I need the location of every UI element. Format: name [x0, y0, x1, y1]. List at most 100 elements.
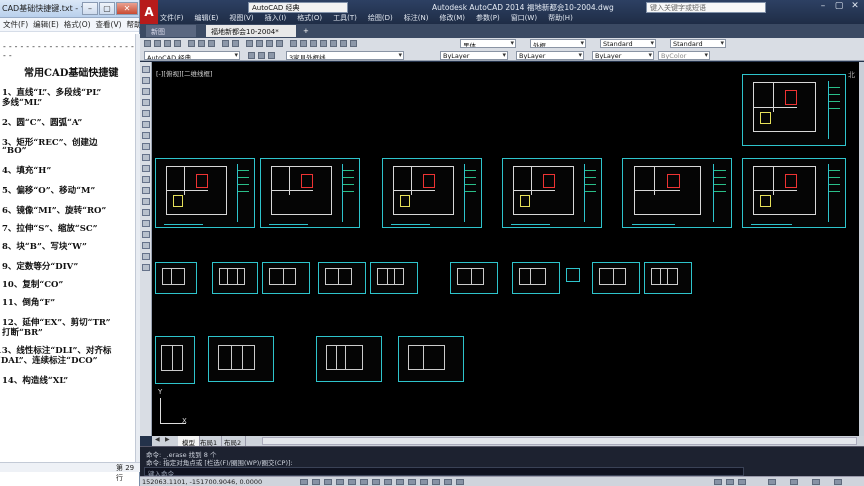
arc-icon[interactable]	[142, 121, 150, 128]
workspace-dropdown[interactable]: AutoCAD 经典	[248, 2, 348, 13]
first-layout-icon[interactable]: ◀	[155, 436, 160, 443]
infer-constraints-icon[interactable]	[300, 479, 308, 485]
3d-object-snap-icon[interactable]	[372, 479, 380, 485]
undo-icon[interactable]	[222, 40, 229, 47]
layer-properties-icon[interactable]	[248, 52, 255, 59]
new-icon[interactable]	[144, 40, 151, 47]
help-icon[interactable]	[350, 40, 357, 47]
menu-insert[interactable]: 插入(I)	[265, 13, 287, 24]
ellipse-arc-icon[interactable]	[142, 176, 150, 183]
transparency-icon[interactable]	[432, 479, 440, 485]
autocad-logo-icon[interactable]: A	[140, 0, 158, 24]
layer-dropdown[interactable]: 3家具外框线	[286, 51, 404, 60]
drawing-vertical-scrollbar[interactable]	[859, 62, 864, 436]
polyline-icon[interactable]	[142, 88, 150, 95]
tab-start[interactable]: 新图	[146, 25, 196, 37]
coordinate-readout[interactable]: 152063.1101, -151700.9046, 0.0000	[142, 478, 262, 486]
mtext-icon[interactable]	[142, 264, 150, 271]
color-dropdown[interactable]: ByLayer	[440, 51, 508, 60]
workspace-dropdown-toolbar[interactable]: AutoCAD 经典	[144, 51, 240, 60]
gradient-icon[interactable]	[142, 231, 150, 238]
rectangle-icon[interactable]	[142, 110, 150, 117]
annotation-scale-icon[interactable]	[768, 479, 776, 485]
quickcalc-icon[interactable]	[340, 40, 347, 47]
workspace-switching-icon[interactable]	[790, 479, 798, 485]
lineweight-dropdown[interactable]: ByLayer	[592, 51, 654, 60]
notepad-text-area[interactable]: ------------------------- 常用CAD基础快捷键 1、直…	[0, 34, 136, 462]
maximize-icon[interactable]: ▢	[832, 1, 846, 13]
minimize-icon[interactable]: –	[816, 1, 830, 13]
menu-format[interactable]: 格式(O)	[297, 13, 322, 24]
tool-palette-icon[interactable]	[310, 40, 317, 47]
command-input[interactable]: 键入命令	[144, 467, 744, 478]
viewcube-compass[interactable]: 北	[848, 70, 855, 80]
layer-state-icon[interactable]	[258, 52, 265, 59]
maximize-icon[interactable]: ▢	[99, 2, 115, 15]
point-icon[interactable]	[142, 209, 150, 216]
redo-icon[interactable]	[232, 40, 239, 47]
line-icon[interactable]	[142, 66, 150, 73]
properties-icon[interactable]	[290, 40, 297, 47]
dynamic-ucs-icon[interactable]	[396, 479, 404, 485]
markup-icon[interactable]	[330, 40, 337, 47]
menu-parameter[interactable]: 参数(P)	[476, 13, 500, 24]
object-snap-icon[interactable]	[360, 479, 368, 485]
make-block-icon[interactable]	[142, 198, 150, 205]
tab-document[interactable]: 福地新都会10-2004*	[206, 25, 296, 37]
paste-icon[interactable]	[208, 40, 215, 47]
cut-icon[interactable]	[188, 40, 195, 47]
zoom-window-icon[interactable]	[266, 40, 273, 47]
zoom-previous-icon[interactable]	[276, 40, 283, 47]
text-style-dropdown[interactable]: 黑体	[460, 39, 516, 48]
polar-tracking-icon[interactable]	[348, 479, 356, 485]
new-tab-button[interactable]: +	[298, 25, 309, 37]
spline-icon[interactable]	[142, 154, 150, 161]
copy-icon[interactable]	[198, 40, 205, 47]
region-icon[interactable]	[142, 242, 150, 249]
autocad-title-bar[interactable]: A AutoCAD 经典 Autodesk AutoCAD 2014 福地新都会…	[140, 0, 864, 24]
pan-icon[interactable]	[246, 40, 253, 47]
menu-help[interactable]: 帮助(H)	[548, 13, 573, 24]
hatch-icon[interactable]	[142, 220, 150, 227]
snap-mode-icon[interactable]	[312, 479, 320, 485]
notepad-title-bar[interactable]: CAD基础快捷键.txt - 记事本 – ▢ ✕	[0, 0, 139, 18]
menu-modify[interactable]: 修改(M)	[439, 13, 465, 24]
polygon-icon[interactable]	[142, 99, 150, 106]
minimize-icon[interactable]: –	[82, 2, 98, 15]
model-space-icon[interactable]	[714, 479, 722, 485]
insert-block-icon[interactable]	[142, 187, 150, 194]
lineweight-icon[interactable]	[420, 479, 428, 485]
layer-previous-icon[interactable]	[268, 52, 275, 59]
ellipse-icon[interactable]	[142, 165, 150, 172]
next-layout-icon[interactable]: ▶	[165, 436, 170, 443]
quick-view-layouts-icon[interactable]	[726, 479, 734, 485]
menu-window[interactable]: 窗口(W)	[511, 13, 537, 24]
circle-icon[interactable]	[142, 132, 150, 139]
construction-line-icon[interactable]	[142, 77, 150, 84]
menu-tools[interactable]: 工具(T)	[333, 13, 357, 24]
print-icon[interactable]	[174, 40, 181, 47]
clean-screen-icon[interactable]	[834, 479, 842, 485]
menu-view[interactable]: 视图(V)	[229, 13, 253, 24]
lock-icon[interactable]	[812, 479, 820, 485]
linetype-dropdown[interactable]: ByLayer	[516, 51, 584, 60]
dim-style-dropdown[interactable]: 外框	[530, 39, 586, 48]
sheet-set-icon[interactable]	[320, 40, 327, 47]
menu-file[interactable]: 文件(F)	[160, 13, 184, 24]
notepad-menu-view[interactable]: 查看(V)	[96, 19, 122, 30]
plotstyle-dropdown[interactable]: ByColor	[658, 51, 710, 60]
notepad-menu-format[interactable]: 格式(O)	[64, 19, 91, 30]
object-snap-tracking-icon[interactable]	[384, 479, 392, 485]
tab-layout1[interactable]: 布局1	[196, 436, 223, 447]
tab-layout2[interactable]: 布局2	[220, 436, 247, 447]
menu-edit[interactable]: 编辑(E)	[195, 13, 219, 24]
dynamic-input-icon[interactable]	[408, 479, 416, 485]
ortho-mode-icon[interactable]	[336, 479, 344, 485]
notepad-menu-file[interactable]: 文件(F)	[3, 19, 28, 30]
notepad-menu-edit[interactable]: 编辑(E)	[33, 19, 59, 30]
table-style-dropdown[interactable]: Standard	[600, 39, 656, 48]
viewport-controls[interactable]: [-][俯视][二维线框]	[156, 68, 213, 78]
mleader-style-dropdown[interactable]: Standard	[670, 39, 726, 48]
zoom-icon[interactable]	[256, 40, 263, 47]
menu-dimension[interactable]: 标注(N)	[404, 13, 429, 24]
